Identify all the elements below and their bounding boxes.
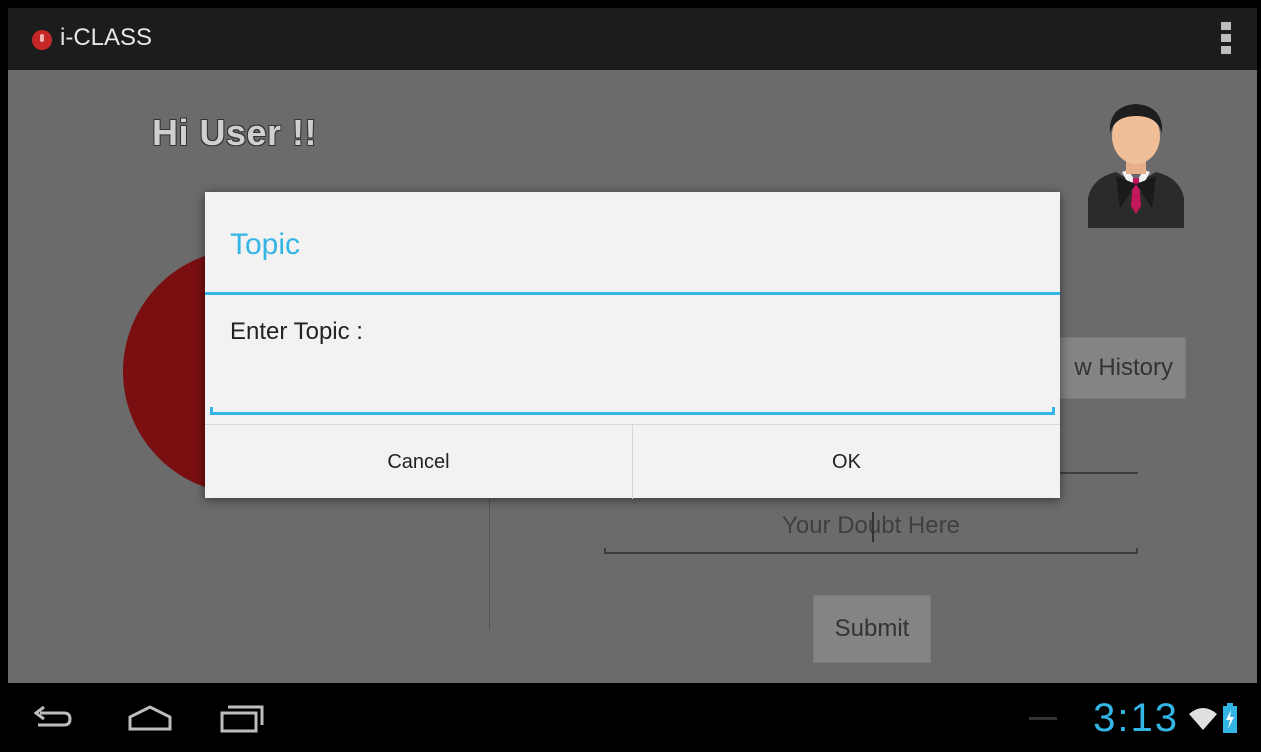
dialog-message: Enter Topic : [230, 318, 363, 345]
dialog-button-bar: Cancel OK [205, 424, 1060, 499]
overflow-menu-icon[interactable] [1221, 22, 1231, 58]
battery-charging-icon [1223, 703, 1237, 733]
doubt-input[interactable]: Your Doubt Here [604, 506, 1138, 558]
ok-button[interactable]: OK [632, 425, 1060, 499]
text-cursor [872, 512, 874, 542]
topic-input-underline [210, 407, 1055, 415]
home-icon[interactable] [126, 701, 174, 735]
status-area: 3:13 [1029, 693, 1237, 743]
navigation-bar: 3:13 [8, 683, 1257, 752]
action-bar: i-CLASS [8, 8, 1257, 71]
greeting-text: Hi User !! [152, 112, 318, 153]
recent-apps-icon[interactable] [218, 701, 266, 735]
device-screen: i-CLASS Hi User !! w History Your Doubt … [8, 8, 1257, 752]
dialog-title: Topic [230, 228, 301, 261]
back-icon[interactable] [28, 701, 76, 735]
app-title: i-CLASS [60, 24, 153, 51]
dialog-title-divider [205, 292, 1060, 295]
wifi-icon [1189, 708, 1217, 730]
topic-dialog: Topic Enter Topic : Cancel OK [205, 192, 1060, 499]
submit-button[interactable]: Submit [813, 595, 931, 663]
user-avatar-icon[interactable] [1086, 98, 1186, 228]
cancel-button[interactable]: Cancel [205, 425, 632, 499]
notification-indicator [1029, 716, 1058, 720]
doubt-input-underline [604, 548, 1138, 554]
clock: 3:13 [1093, 695, 1179, 740]
record-icon [32, 30, 52, 50]
doubt-placeholder: Your Doubt Here [782, 512, 960, 539]
